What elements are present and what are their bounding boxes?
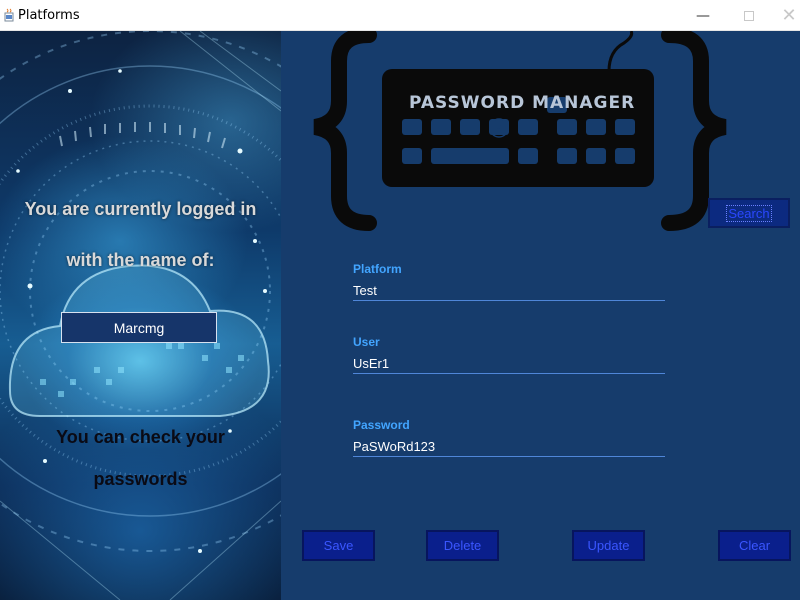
password-input[interactable]: [353, 437, 665, 457]
logo-m-badge: M: [495, 124, 503, 135]
check-passwords-text-line-1: You can check your: [56, 427, 225, 447]
keyboard-logo-icon: M: [313, 31, 727, 231]
update-button[interactable]: Update: [572, 530, 645, 561]
save-button[interactable]: Save: [302, 530, 375, 561]
clear-button[interactable]: Clear: [718, 530, 791, 561]
delete-button[interactable]: Delete: [426, 530, 499, 561]
user-label: User: [353, 335, 380, 349]
minimize-button[interactable]: —: [680, 0, 726, 31]
window-title: Platforms: [18, 8, 80, 23]
title-bar: Platforms — ✕: [0, 0, 800, 31]
logged-in-text-line-2: with the name of:: [66, 250, 215, 270]
maximize-icon: [744, 10, 754, 21]
right-panel: M PASSWORD MANAGER Search Platform User …: [281, 31, 800, 600]
java-cup-icon: [4, 8, 14, 22]
platform-input[interactable]: [353, 281, 665, 301]
platform-label: Platform: [353, 262, 402, 276]
search-button-label: Search: [726, 204, 772, 222]
logo-title: PASSWORD MANAGER: [409, 93, 636, 113]
minimize-icon: —: [696, 7, 710, 24]
check-passwords-text-line-2: passwords: [93, 469, 188, 489]
left-panel: You are currently logged in with the nam…: [0, 31, 281, 600]
user-input[interactable]: [353, 354, 665, 374]
close-button[interactable]: ✕: [766, 0, 800, 31]
close-icon: ✕: [781, 5, 797, 26]
username-display: Marcmg: [61, 312, 217, 343]
password-label: Password: [353, 418, 410, 432]
logged-in-text-line-1: You are currently logged in: [24, 199, 257, 219]
search-button[interactable]: Search: [708, 198, 790, 228]
